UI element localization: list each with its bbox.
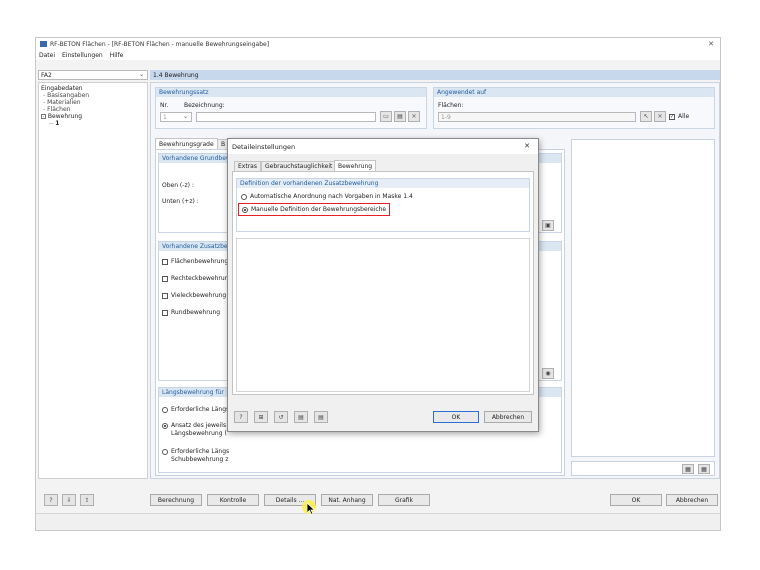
zusatzbewehrung-def-header: Definition der vorhandenen Zusatzbewehru… bbox=[237, 179, 529, 188]
laengs-option-2-cont: Längsbewehrung ( bbox=[171, 430, 227, 437]
berechnung-button[interactable]: Berechnung bbox=[150, 494, 202, 506]
app-icon bbox=[40, 41, 47, 47]
import-icon[interactable]: ⇩ bbox=[62, 494, 76, 506]
menu-hilfe[interactable]: Hilfe bbox=[110, 52, 124, 59]
dialog-ok-button[interactable]: OK bbox=[433, 411, 479, 423]
menu-datei[interactable]: Datei bbox=[39, 52, 55, 59]
option-automatic-radio[interactable] bbox=[241, 193, 247, 200]
zusatz-view-icon[interactable]: ◉ bbox=[542, 368, 554, 379]
option-manual-radio[interactable] bbox=[242, 206, 248, 213]
export-icon[interactable]: ▦ bbox=[682, 464, 694, 474]
dialog-empty-area bbox=[236, 238, 530, 392]
dialog-title-bar: Detaileinstellungen ✕ bbox=[228, 139, 538, 154]
menu-bar: Datei Einstellungen Hilfe bbox=[36, 50, 720, 60]
detail-settings-dialog: Detaileinstellungen ✕ Extras Gebrauchsta… bbox=[227, 138, 539, 432]
bewehrungssatz-header: Bewehrungssatz bbox=[156, 88, 426, 97]
tree-item-bewehrung[interactable]: - Bewehrung bbox=[41, 113, 82, 120]
title-bar: RF-BETON Flächen - [RF-BETON Flächen - m… bbox=[36, 38, 720, 50]
grundbew-edit-icon[interactable]: ▣ bbox=[542, 220, 554, 231]
mouse-cursor-icon bbox=[307, 503, 316, 515]
status-bar bbox=[36, 513, 720, 529]
copy-set-icon[interactable]: ▤ bbox=[394, 111, 406, 122]
bewehrungssatz-group: Bewehrungssatz Nr. Bezeichnung: 1 ⌄ ▭ ▤ ✕ bbox=[155, 87, 427, 129]
clear-surface-icon[interactable]: ✕ bbox=[654, 111, 666, 122]
flaechenbewehrung-checkbox[interactable]: Flächenbewehrung bbox=[162, 258, 228, 265]
dialog-tab-content: Definition der vorhandenen Zusatzbewehru… bbox=[232, 171, 534, 395]
window-title: RF-BETON Flächen - [RF-BETON Flächen - m… bbox=[50, 40, 270, 48]
rundbewehrung-checkbox[interactable]: Rundbewehrung bbox=[162, 309, 220, 316]
tree-item-1[interactable]: -- 1 bbox=[49, 120, 59, 127]
dialog-units-icon[interactable]: ⊞ bbox=[254, 411, 268, 423]
chevron-down-icon: ⌄ bbox=[138, 71, 144, 78]
graphic-toolbar: ▦ ▦ bbox=[571, 461, 715, 476]
tab-extras[interactable]: Extras bbox=[234, 161, 261, 171]
tree-item-materialien[interactable]: - Materialien bbox=[43, 99, 81, 106]
close-icon[interactable]: ✕ bbox=[708, 40, 714, 48]
help-icon[interactable]: ? bbox=[44, 494, 58, 506]
alle-checkbox[interactable]: ✓ Alle bbox=[669, 113, 689, 120]
delete-set-icon[interactable]: ✕ bbox=[408, 111, 420, 122]
option-automatic[interactable]: Automatische Anordnung nach Vorgaben in … bbox=[241, 193, 413, 200]
flaechen-label: Flächen: bbox=[438, 102, 464, 109]
oben-label: Oben (-z) : bbox=[162, 182, 194, 189]
vieleckbewehrung-checkbox[interactable]: Vieleckbewehrung bbox=[162, 292, 226, 299]
graphic-panel bbox=[571, 139, 715, 457]
dialog-close-icon[interactable]: ✕ bbox=[524, 142, 530, 150]
dialog-load-icon[interactable]: ▤ bbox=[294, 411, 308, 423]
laengs-option-3-cont: Schubbewehrung z bbox=[171, 456, 229, 463]
case-select[interactable]: FA2 ⌄ bbox=[38, 70, 148, 80]
tree-item-flaechen[interactable]: - Flächen bbox=[43, 106, 70, 113]
kontrolle-button[interactable]: Kontrolle bbox=[207, 494, 259, 506]
unten-label: Unten (+z) : bbox=[162, 198, 199, 205]
tab-bewehrung[interactable]: Bewehrung bbox=[334, 160, 377, 171]
angewendet-header: Angewendet auf bbox=[434, 88, 714, 97]
section-title: 1.4 Bewehrung bbox=[150, 70, 720, 80]
laengs-option-1[interactable]: Erforderliche Längs bbox=[162, 406, 229, 413]
print-icon[interactable]: ▦ bbox=[698, 464, 710, 474]
dialog-save-icon[interactable]: ▤ bbox=[314, 411, 328, 423]
tab-bewehrungsgrade[interactable]: Bewehrungsgrade bbox=[155, 138, 218, 149]
menu-einstellungen[interactable]: Einstellungen bbox=[62, 52, 103, 59]
bezeichnung-input[interactable] bbox=[196, 112, 376, 122]
ok-button[interactable]: OK bbox=[610, 494, 662, 506]
new-set-icon[interactable]: ▭ bbox=[380, 111, 392, 122]
tree-item-basisangaben[interactable]: - Basisangaben bbox=[43, 92, 89, 99]
cancel-button[interactable]: Abbrechen bbox=[666, 494, 718, 506]
tree-root[interactable]: Eingabedaten bbox=[41, 85, 83, 92]
dialog-title: Detaileinstellungen bbox=[232, 142, 296, 151]
grafik-button[interactable]: Grafik bbox=[378, 494, 430, 506]
dialog-cancel-button[interactable]: Abbrechen bbox=[484, 411, 532, 423]
pick-surface-icon[interactable]: ↖ bbox=[640, 111, 652, 122]
export-table-icon[interactable]: ⇪ bbox=[80, 494, 94, 506]
laengs-option-3[interactable]: Erforderliche Längs bbox=[162, 448, 229, 455]
option-manual[interactable]: Manuelle Definition der Bewehrungsbereic… bbox=[238, 203, 391, 216]
angewendet-group: Angewendet auf Flächen: 1-9 ↖ ✕ ✓ Alle bbox=[433, 87, 715, 129]
laengs-option-2[interactable]: Ansatz des jeweils bbox=[162, 422, 226, 429]
tab-gebrauchstauglichkeit[interactable]: Gebrauchstauglichkeit bbox=[261, 161, 337, 171]
zusatzbewehrung-def-group: Definition der vorhandenen Zusatzbewehru… bbox=[236, 178, 530, 232]
nr-label: Nr. bbox=[160, 102, 169, 109]
bezeichnung-label: Bezeichnung: bbox=[184, 102, 225, 109]
rechteckbewehrung-checkbox[interactable]: Rechteckbewehrun bbox=[162, 275, 228, 282]
navigator-tree: Eingabedaten - Basisangaben - Materialie… bbox=[38, 82, 148, 479]
dialog-help-icon[interactable]: ? bbox=[234, 411, 248, 423]
nr-select[interactable]: 1 ⌄ bbox=[160, 112, 192, 122]
collapse-icon: - bbox=[41, 114, 46, 119]
alle-check-box[interactable]: ✓ bbox=[669, 113, 675, 120]
flaechen-input[interactable]: 1-9 bbox=[438, 112, 636, 122]
nat-anhang-button[interactable]: Nat. Anhang bbox=[321, 494, 373, 506]
dialog-reset-icon[interactable]: ↺ bbox=[274, 411, 288, 423]
